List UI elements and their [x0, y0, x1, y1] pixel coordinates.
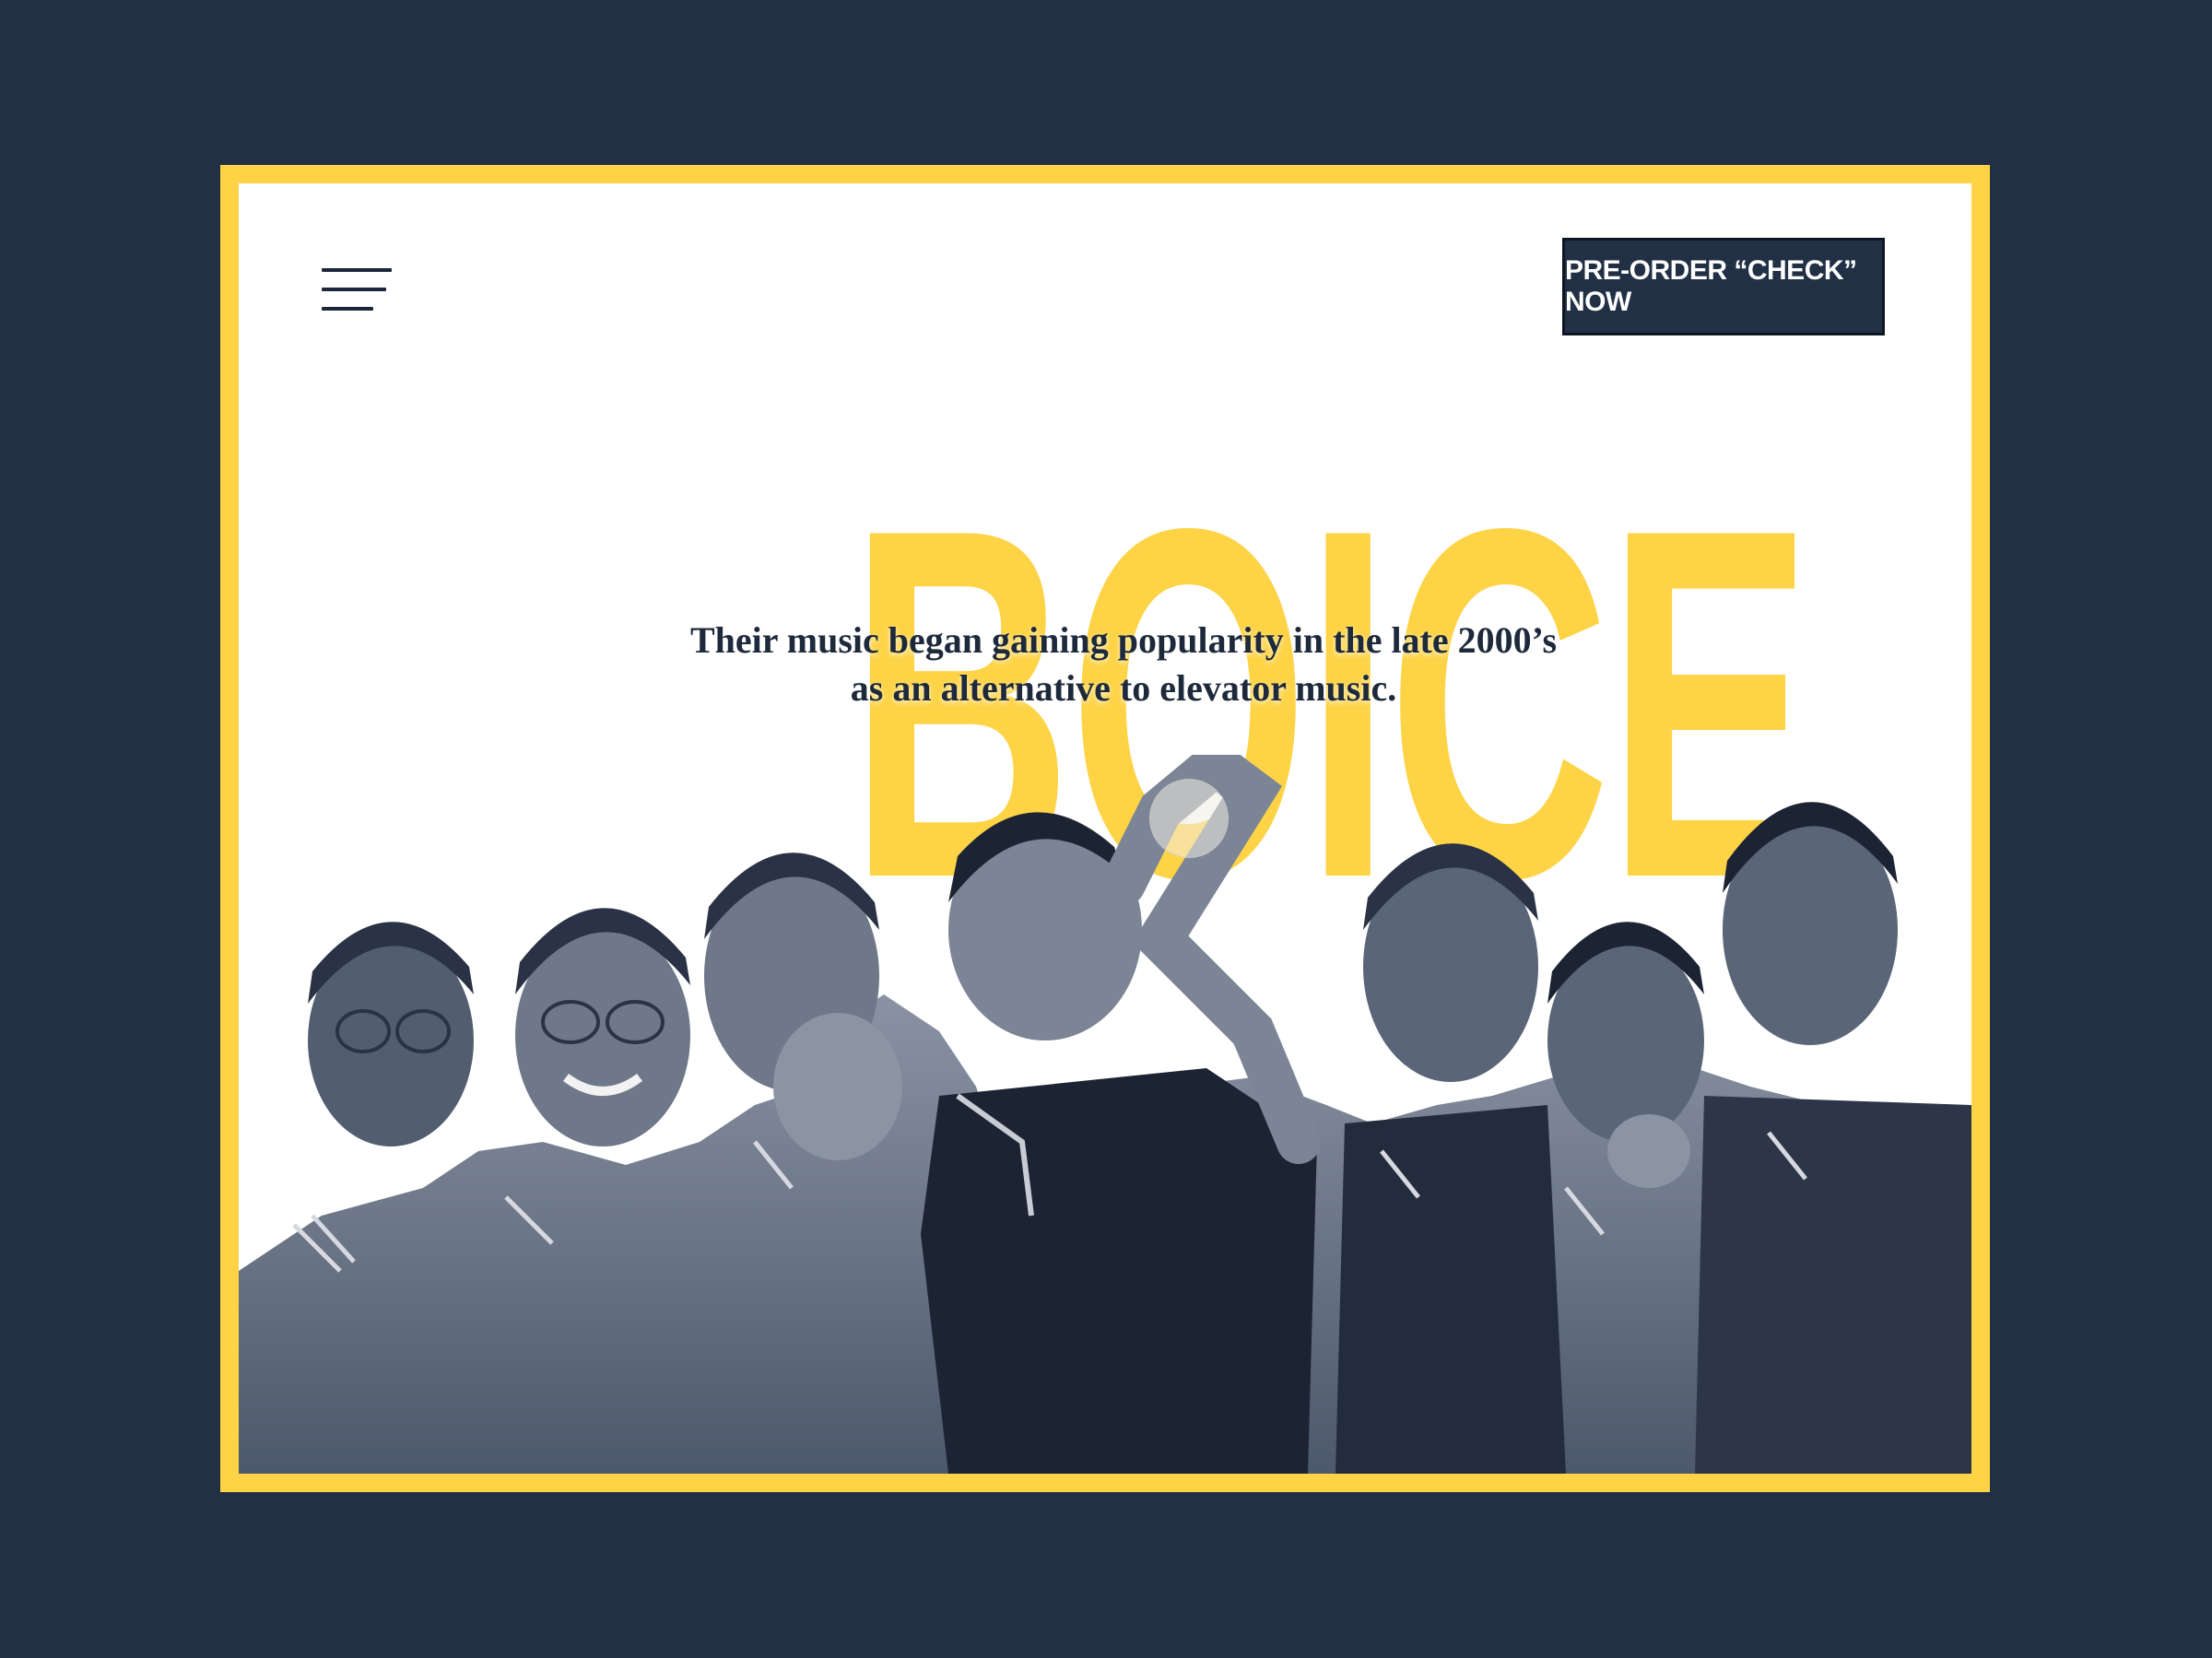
preorder-button[interactable]: PRE-ORDER “CHECK” NOW [1562, 238, 1885, 335]
page-frame: PRE-ORDER “CHECK” NOW BOICE Their music … [220, 165, 1990, 1492]
hero-canvas: PRE-ORDER “CHECK” NOW BOICE Their music … [239, 183, 1971, 1474]
hamburger-menu-icon[interactable] [322, 268, 392, 312]
menu-bar-bottom [322, 307, 373, 311]
menu-bar-middle [322, 288, 386, 291]
tagline-text: Their music began gaining popularity in … [689, 619, 1558, 709]
menu-bar-top [322, 268, 392, 272]
band-photo [239, 755, 1971, 1474]
cursor-indicator [1149, 779, 1229, 858]
